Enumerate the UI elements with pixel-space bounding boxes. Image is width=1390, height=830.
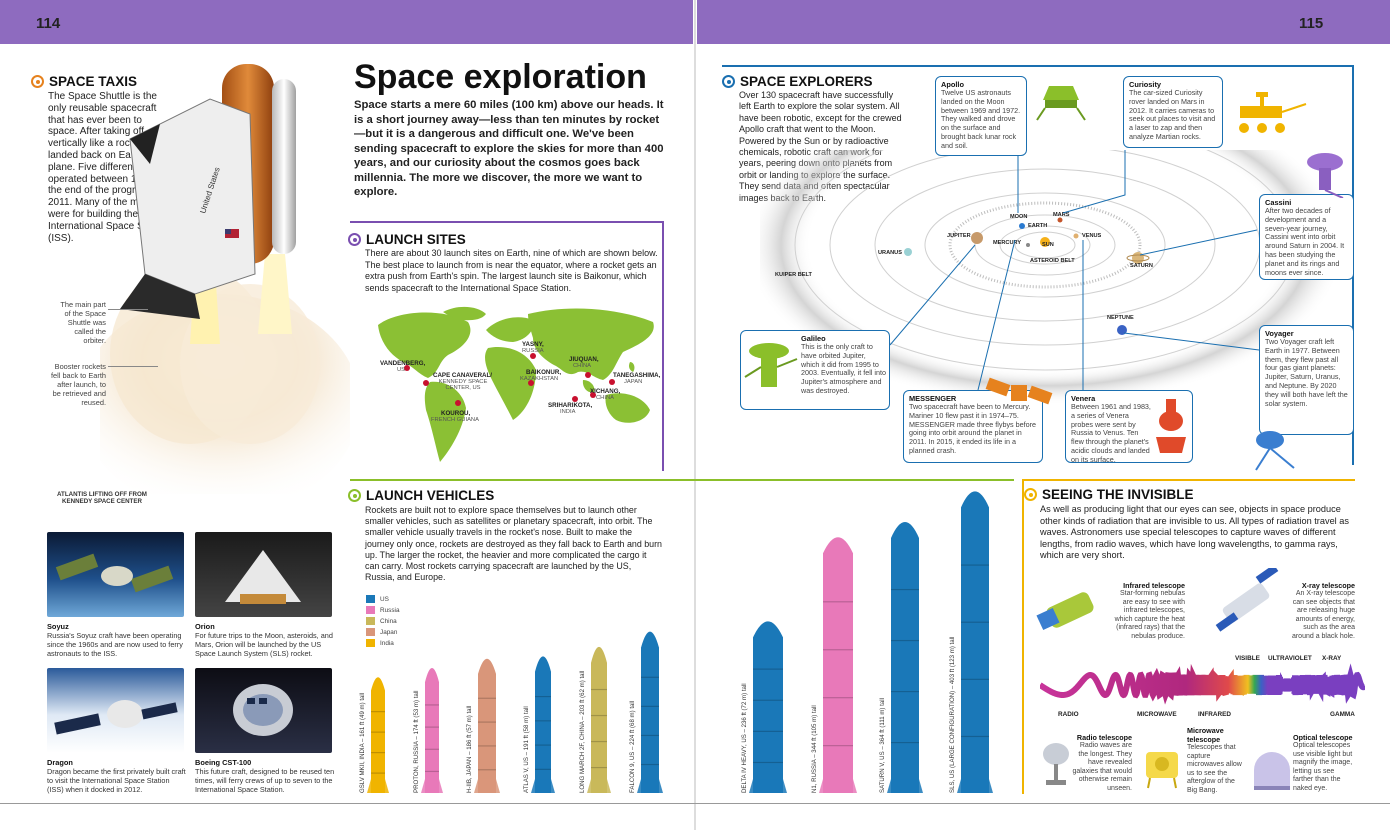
venera-lander-icon [1156,399,1186,453]
xray-telescope-icon [1215,568,1279,632]
cassini-text: After two decades of development and a s… [1265,206,1345,277]
band-xray: X-RAY [1322,655,1342,662]
radio-telescope-block: Radio telescope Radio waves are the long… [1070,733,1132,794]
band-ultraviolet: ULTRAVIOLET [1268,655,1312,662]
optical-telescope-title: Optical telescope [1293,733,1353,742]
callout-voyager: Voyager Two Voyager craft left Earth in … [1259,325,1354,435]
galileo-text: This is the only craft to have orbited J… [801,342,886,395]
callout-apollo: Apollo Twelve US astronauts landed on th… [935,76,1027,156]
band-gamma: GAMMA [1330,711,1355,718]
voyager-probe-icon [1255,431,1295,471]
seeing-invisible-text: As well as producing light that our eyes… [1040,504,1349,561]
band-infrared: INFRARED [1198,711,1232,718]
radio-telescope-icon [1043,743,1069,785]
xray-telescope-text: An X-ray telescope can see objects that … [1291,590,1355,640]
em-spectrum-wave [1040,663,1365,705]
microwave-telescope-block: Microwave telescope Telescopes that capt… [1187,726,1245,796]
infrared-telescope-text: Star-forming nebulas are easy to see wit… [1114,590,1185,640]
galileo-probe-icon [744,343,798,387]
radio-telescope-text: Radio waves are the longest. They have r… [1072,742,1132,792]
cassini-probe-icon [1307,153,1344,198]
callout-galileo: Galileo This is the only craft to have o… [740,330,890,410]
infrared-telescope-block: Infrared telescope Star-forming nebulas … [1110,581,1185,642]
curiosity-rover-icon [1239,92,1307,133]
apollo-text: Twelve US astronauts landed on the Moon … [941,88,1021,150]
callout-venera: Venera Between 1961 and 1983, a series o… [1065,390,1193,464]
venera-text: Between 1961 and 1983, a series of Vener… [1071,402,1151,464]
infrared-telescope-icon [1036,592,1094,631]
microwave-telescope-title: Microwave telescope [1187,726,1224,744]
optical-telescope-block: Optical telescope Optical telescopes use… [1293,733,1356,794]
callout-cassini: Cassini After two decades of development… [1259,194,1354,280]
seeing-invisible-rule [1023,479,1355,481]
band-visible: VISIBLE [1235,655,1260,662]
radio-telescope-title: Radio telescope [1076,733,1132,742]
infrared-telescope-title: Infrared telescope [1123,581,1185,590]
yellow-target-icon [1024,488,1037,501]
apollo-lander-icon [1036,86,1086,121]
seeing-invisible-title: SEEING THE INVISIBLE [1042,487,1194,502]
wave-path [1040,663,1365,705]
band-microwave: MICROWAVE [1137,711,1177,718]
seeing-invisible-side-rule [1022,479,1024,794]
band-radio: RADIO [1058,711,1079,718]
voyager-text: Two Voyager craft left Earth in 1977. Be… [1265,337,1348,408]
microwave-telescope-icon [1146,752,1178,789]
curiosity-text: The car-sized Curiosity rover landed on … [1129,88,1216,141]
microwave-telescope-text: Telescopes that capture microwaves allow… [1187,744,1242,794]
callout-curiosity: Curiosity The car-sized Curiosity rover … [1123,76,1223,148]
optical-telescope-icon [1254,752,1290,790]
seeing-invisible-heading: SEEING THE INVISIBLE [1024,487,1194,502]
xray-telescope-title: X-ray telescope [1301,581,1355,590]
xray-telescope-block: X-ray telescope An X-ray telescope can s… [1285,581,1355,642]
messenger-probe-icon [985,377,1053,405]
optical-telescope-text: Optical telescopes use visible light but… [1293,742,1353,792]
